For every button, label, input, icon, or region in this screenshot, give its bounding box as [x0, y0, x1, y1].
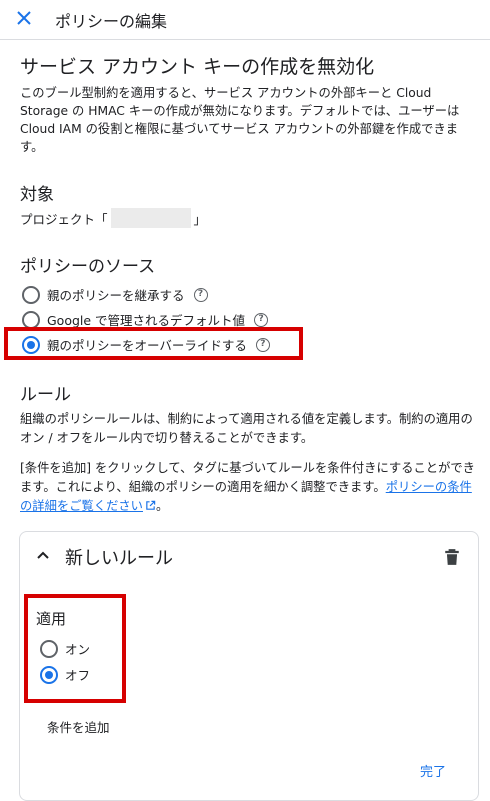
help-icon[interactable]: ? — [254, 312, 269, 327]
link-trailing-punct: 。 — [155, 499, 169, 513]
close-button[interactable] — [12, 6, 36, 30]
radio-button[interactable] — [22, 310, 40, 329]
rule-card-title: 新しいルール — [65, 548, 173, 569]
policy-title: サービス アカウント キーの作成を無効化 — [20, 56, 375, 78]
highlight-box-override — [4, 327, 303, 360]
rules-heading: ルール — [20, 385, 71, 405]
source-option-label: 親のポリシーを継承する — [47, 288, 185, 303]
highlight-box-enforcement — [24, 594, 126, 703]
redacted-project-name — [110, 208, 191, 228]
dialog-header: ポリシーの編集 — [0, 0, 490, 40]
add-condition-button[interactable]: 条件を追加 — [47, 717, 110, 736]
help-icon[interactable]: ? — [193, 287, 208, 302]
rules-description: 組織のポリシールールは、制約によって適用される値を定義します。制約の適用のオン … — [20, 412, 473, 445]
close-icon — [17, 11, 31, 25]
source-option-inherit[interactable]: 親のポリシーを継承する ? — [22, 285, 208, 304]
target-heading: 対象 — [20, 185, 54, 205]
header-title: ポリシーの編集 — [55, 12, 168, 31]
policy-description: このブール型制約を適用すると、サービス アカウントの外部キーと Cloud St… — [20, 86, 460, 154]
done-button[interactable]: 完了 — [420, 761, 446, 780]
project-prefix: プロジェクト「 — [20, 211, 108, 227]
trash-icon[interactable] — [444, 548, 460, 566]
project-line: プロジェクト「 」 — [20, 208, 206, 228]
project-suffix: 」 — [193, 211, 207, 227]
radio-button[interactable] — [22, 285, 40, 304]
chevron-up-icon[interactable] — [35, 547, 51, 563]
external-link-icon — [146, 500, 156, 510]
rules-conditions-description: [条件を追加] をクリックして、タグに基づいてルールを条件付きにすることができま… — [20, 459, 475, 516]
policy-source-heading: ポリシーのソース — [20, 257, 156, 277]
